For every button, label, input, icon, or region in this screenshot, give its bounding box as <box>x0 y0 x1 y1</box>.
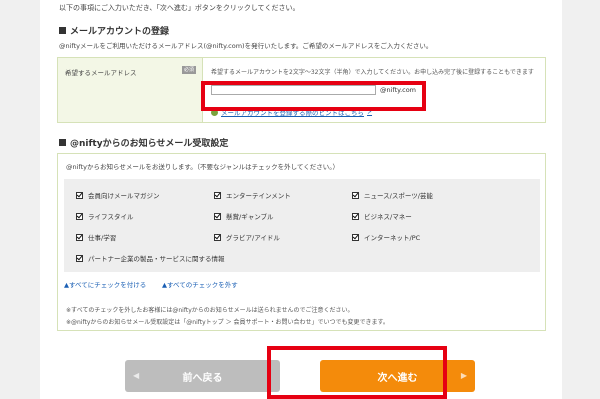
checkbox-lifestyle[interactable]: ライフスタイル <box>76 211 134 221</box>
notice-desc: @niftyからお知らせメールをお送りします。（不要なジャンルはチェックを外して… <box>66 163 339 171</box>
notice-settings-box: @niftyからお知らせメールをお送りします。（不要なジャンルはチェックを外して… <box>57 153 546 331</box>
email-input-highlight <box>201 81 426 111</box>
checkbox-prize-gamble[interactable]: 懸賞/ギャンブル <box>214 211 274 221</box>
checkbox-label: パートナー企業の製品・サービスに関する情報 <box>88 255 225 263</box>
checkbox-partner-info[interactable]: パートナー企業の製品・サービスに関する情報 <box>76 253 225 263</box>
chevron-left-icon: ◀ <box>133 371 140 380</box>
checkbox-entertainment[interactable]: エンターテインメント <box>214 190 291 200</box>
notice-note-2: ※@niftyからのお知らせメール受取設定は「@niftyトップ ＞ 会員サポー… <box>66 319 389 326</box>
mail-address-label: 希望するメールアドレス <box>65 69 137 77</box>
checkbox-checked-icon[interactable] <box>76 233 83 241</box>
checkbox-label: 会員向けメールマガジン <box>88 192 160 200</box>
required-badge: 必須 <box>182 66 196 74</box>
checkbox-label: エンターテインメント <box>226 192 291 200</box>
checkbox-label: ビジネス/マネー <box>364 213 412 221</box>
notice-section-title-text: @niftyからのお知らせメール受取設定 <box>70 139 229 149</box>
registration-form-page: 以下の事項にご入力いただき、「次へ進む」ボタンをクリックしてください。 メールア… <box>40 0 562 399</box>
checkbox-label: 仕事/学習 <box>88 234 117 242</box>
mail-section-title-text: メールアカウントの登録 <box>70 27 170 37</box>
uncheck-all-link[interactable]: ▲すべてのチェックを外す <box>162 279 238 289</box>
checkbox-checked-icon[interactable] <box>352 191 359 199</box>
checkbox-checked-icon[interactable] <box>214 191 221 199</box>
checkbox-label: ニュース/スポーツ/芸能 <box>364 192 433 200</box>
notice-section-title: @niftyからのお知らせメール受取設定 <box>59 136 228 149</box>
checkbox-label: グラビア/アイドル <box>226 234 280 242</box>
checkbox-business-money[interactable]: ビジネス/マネー <box>352 211 412 221</box>
next-button-highlight <box>267 346 447 399</box>
checkbox-checked-icon[interactable] <box>214 212 221 220</box>
intro-text: 以下の事項にご入力いただき、「次へ進む」ボタンをクリックしてください。 <box>59 4 300 12</box>
back-button-label: 前へ戻る <box>182 372 223 384</box>
checkbox-internet-pc[interactable]: インターネット/PC <box>352 232 420 242</box>
checkbox-label: インターネット/PC <box>364 234 421 242</box>
chevron-right-icon: ▶ <box>460 371 467 380</box>
checkbox-work-study[interactable]: 仕事/学習 <box>76 232 116 242</box>
checkbox-member-magazine[interactable]: 会員向けメールマガジン <box>76 190 160 200</box>
checkbox-label: ライフスタイル <box>88 213 134 221</box>
checkbox-gravure-idol[interactable]: グラビア/アイドル <box>214 232 280 242</box>
mail-section-title: メールアカウントの登録 <box>59 24 169 37</box>
checkbox-news-sports[interactable]: ニュース/スポーツ/芸能 <box>352 190 433 200</box>
back-button[interactable]: ◀ 前へ戻る <box>125 360 280 392</box>
mail-hint-text: 希望するメールアカウントを2文字～32文字（半角）で入力してください。お申し込み… <box>211 69 534 76</box>
mail-section-desc: @niftyメールをご利用いただけるメールアドレス(@nifty.com)を発行… <box>59 42 433 50</box>
checkbox-checked-icon[interactable] <box>76 212 83 220</box>
section-bullet-icon <box>59 139 66 146</box>
checkbox-checked-icon[interactable] <box>76 254 83 262</box>
checkbox-label: 懸賞/ギャンブル <box>226 213 274 221</box>
section-bullet-icon <box>59 27 66 34</box>
check-all-link[interactable]: ▲すべてにチェックを付ける <box>64 279 146 289</box>
genre-checkbox-panel: 会員向けメールマガジン エンターテインメント ニュース/スポーツ/芸能 ライフス… <box>64 179 540 272</box>
checkbox-checked-icon[interactable] <box>214 233 221 241</box>
mail-label-cell: 希望するメールアドレス 必須 <box>58 58 203 122</box>
notice-note-1: ※すべてのチェックを外したお客様には@niftyからのお知らせメールは送られませ… <box>66 307 354 314</box>
checkbox-checked-icon[interactable] <box>76 191 83 199</box>
checkbox-checked-icon[interactable] <box>352 212 359 220</box>
checkbox-checked-icon[interactable] <box>352 233 359 241</box>
